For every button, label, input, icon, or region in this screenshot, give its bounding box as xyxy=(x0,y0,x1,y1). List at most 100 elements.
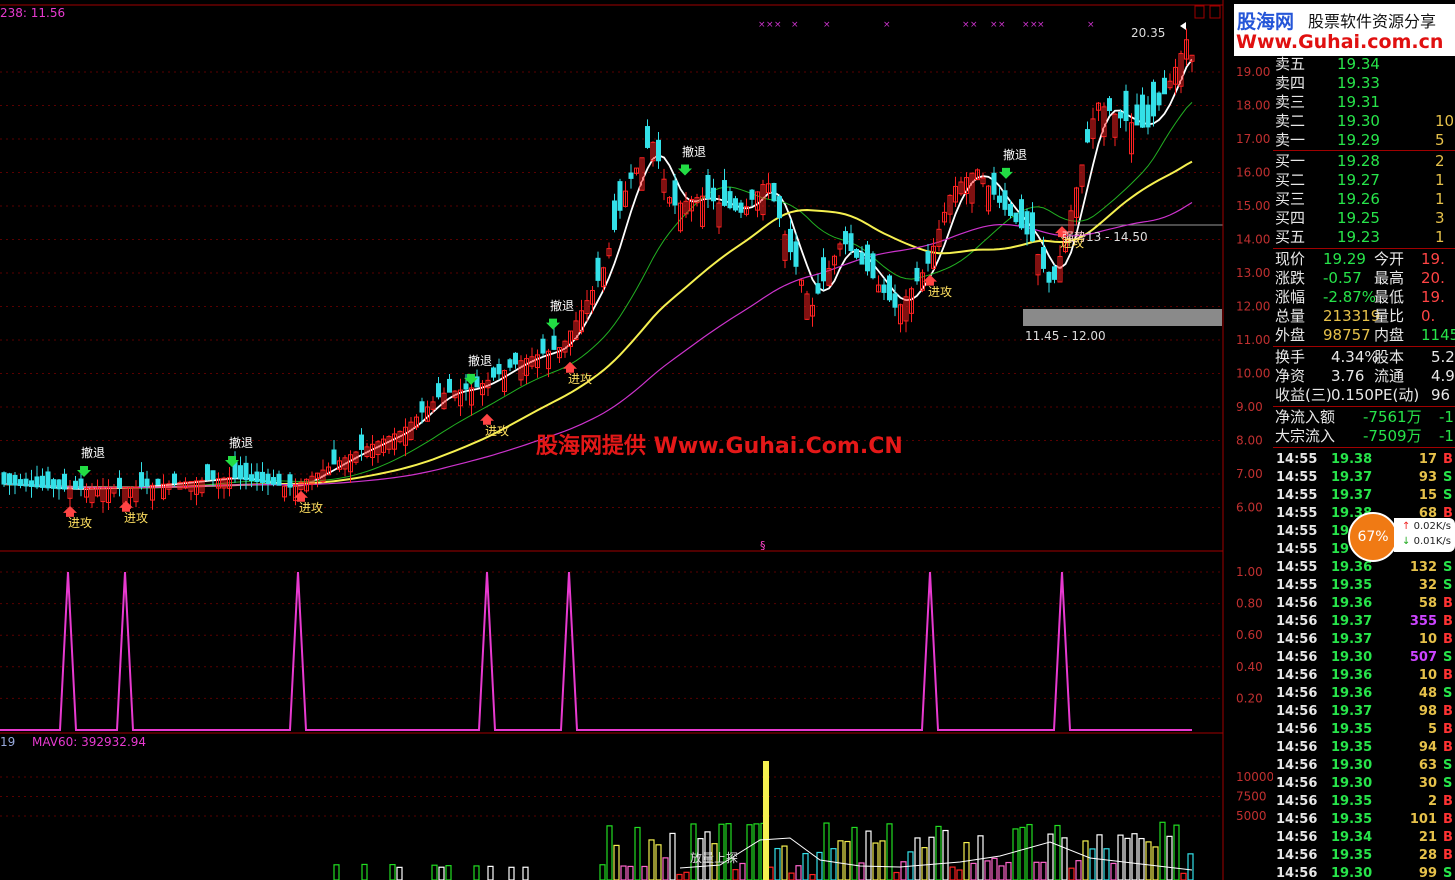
net-up-readout: ↑ 0.02K/s xyxy=(1402,521,1451,532)
attack-label: 进攻 xyxy=(568,371,593,386)
tick-side: B xyxy=(1443,848,1453,863)
tick-volume: 58 xyxy=(1418,596,1437,611)
tick-side: B xyxy=(1443,722,1453,737)
tick-side: B xyxy=(1443,668,1453,683)
candle-body xyxy=(205,464,210,481)
tick-row: 14:56 19.36 48 S xyxy=(1273,685,1455,703)
volume-tick-label: 7500 xyxy=(1236,790,1267,804)
order-level-label: 买三 xyxy=(1275,190,1306,208)
volume-bar xyxy=(613,844,620,880)
volume-bar xyxy=(1166,835,1173,880)
candle-body xyxy=(1085,129,1090,143)
flow-value: -7509万 xyxy=(1363,427,1422,445)
tick-row: 14:56 19.30 30 S xyxy=(1273,775,1455,793)
tick-time: 14:56 xyxy=(1276,704,1318,719)
volume-bar xyxy=(809,873,816,880)
order-book-row: 买二 19.27 1 xyxy=(1273,171,1455,190)
tick-price: 19.35 xyxy=(1331,578,1373,593)
candle-body xyxy=(18,479,23,486)
tick-time: 14:56 xyxy=(1276,776,1318,791)
net-down-readout: ↓ 0.01K/s xyxy=(1402,536,1451,547)
tick-price: 19.37 xyxy=(1331,614,1373,629)
candle-body xyxy=(1030,212,1035,242)
retreat-label: 撤退 xyxy=(468,353,493,368)
tick-volume: 28 xyxy=(1418,848,1437,863)
candle-body xyxy=(1140,94,1145,128)
tick-price: 19.35 xyxy=(1331,722,1373,737)
tick-side: B xyxy=(1443,704,1453,719)
tick-row: 14:56 19.35 28 B xyxy=(1273,847,1455,865)
candle-body xyxy=(656,139,661,162)
tick-volume: 355 xyxy=(1409,614,1437,629)
volume-note-label: 放量上探 xyxy=(690,851,739,865)
tick-row: 14:55 19.35 32 S xyxy=(1273,577,1455,595)
fundamental-value-2: 96 xyxy=(1431,386,1451,404)
candle-body xyxy=(210,470,216,480)
tick-time: 14:55 xyxy=(1276,470,1318,485)
tick-volume: 507 xyxy=(1409,650,1437,665)
chart-grid xyxy=(0,4,1223,817)
flow-row: 大宗流入 -7509万 -1 xyxy=(1273,427,1455,446)
quote-value-2: 0. xyxy=(1421,307,1436,325)
price-tick-label: 10.00 xyxy=(1236,367,1270,381)
tick-row: 14:56 19.35 101 B xyxy=(1273,811,1455,829)
candle-body xyxy=(447,378,452,393)
volume-bar xyxy=(900,861,907,880)
attack-label: 进攻 xyxy=(124,510,149,525)
volume-bar xyxy=(872,842,879,880)
volume-bar xyxy=(1040,861,1047,880)
candle-body xyxy=(45,471,51,489)
tick-time: 14:56 xyxy=(1276,812,1318,827)
tick-side: B xyxy=(1443,632,1453,647)
top-x-marker: × xyxy=(970,20,978,30)
tick-row: 14:56 19.37 98 B xyxy=(1273,703,1455,721)
volume-bar xyxy=(970,862,977,880)
quote-label: 现价 xyxy=(1275,250,1306,268)
order-level-label: 卖二 xyxy=(1275,112,1306,130)
candle-body xyxy=(645,126,650,148)
volume-bar xyxy=(914,837,921,880)
order-price: 19.34 xyxy=(1337,55,1380,73)
tick-volume: 21 xyxy=(1418,830,1437,845)
quote-label-2: 量比 xyxy=(1374,307,1405,325)
tick-price: 19.30 xyxy=(1331,776,1373,791)
candle-body xyxy=(51,479,56,489)
volume-bar xyxy=(1124,837,1131,880)
candle-body xyxy=(628,172,634,179)
top-x-marker: × xyxy=(766,20,774,30)
candle-body xyxy=(793,241,799,267)
quote-label-2: 今开 xyxy=(1374,250,1405,268)
volume-tick-label: 5000 xyxy=(1236,809,1267,823)
tick-row: 14:56 19.36 58 B xyxy=(1273,595,1455,613)
tick-price: 19.36 xyxy=(1331,596,1373,611)
order-level-label: 卖五 xyxy=(1275,55,1306,73)
order-volume: 1 xyxy=(1435,190,1445,208)
tick-time: 14:56 xyxy=(1276,686,1318,701)
tick-price: 19.38 xyxy=(1331,452,1373,467)
volume-bar xyxy=(998,865,1005,880)
fundamental-value: 3.76 xyxy=(1331,367,1365,385)
tick-side: S xyxy=(1443,578,1453,593)
speed-badge[interactable]: 67% xyxy=(1348,512,1398,562)
candle-body xyxy=(254,471,260,483)
candle-body xyxy=(859,252,865,265)
tick-side: S xyxy=(1443,686,1453,701)
order-book-row: 卖五 19.34 xyxy=(1273,55,1455,74)
volume-bar xyxy=(781,845,788,880)
volume-bar xyxy=(823,822,830,880)
candle-body xyxy=(617,181,623,211)
volume-bar xyxy=(655,844,662,880)
fundamental-value: 0.150 xyxy=(1331,386,1374,404)
volume-bar xyxy=(1180,872,1187,880)
sidebar-separator xyxy=(1273,406,1455,407)
candle-body xyxy=(892,293,898,308)
volume-bar xyxy=(1061,837,1068,880)
volume-bar xyxy=(1187,853,1194,880)
candle-body xyxy=(1123,90,1129,122)
tick-volume: 15 xyxy=(1418,488,1437,503)
order-volume: 3 xyxy=(1435,209,1445,227)
volume-bar xyxy=(1117,834,1124,880)
sidebar-separator xyxy=(1273,248,1455,249)
window-restore-icon xyxy=(1194,5,1205,19)
volume-bar xyxy=(641,865,648,880)
